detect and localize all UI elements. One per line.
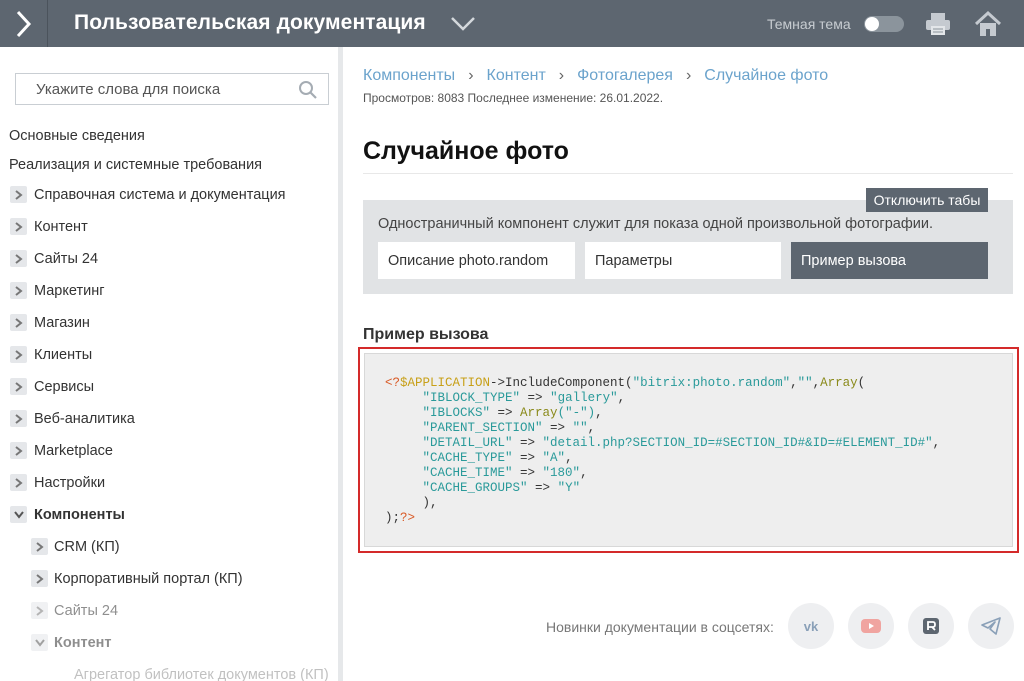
social-label: Новинки документации в соцсетях: xyxy=(546,619,774,635)
sidebar-subsubitem-aggregator[interactable]: Агрегатор библиотек документов (КП) xyxy=(0,659,338,681)
chevron-right-icon[interactable] xyxy=(10,474,27,491)
chevron-right-icon[interactable] xyxy=(10,410,27,427)
sidebar-subitem-portal[interactable]: Корпоративный портал (КП) xyxy=(0,563,338,595)
sidebar-item-label: Компоненты xyxy=(34,507,125,523)
chevron-right-icon[interactable] xyxy=(10,186,27,203)
print-icon[interactable] xyxy=(925,12,951,41)
tab-parameters[interactable]: Параметры xyxy=(585,242,781,279)
chevron-right-icon[interactable] xyxy=(31,570,48,587)
chevron-right-icon[interactable] xyxy=(10,218,27,235)
sidebar-item-sites24[interactable]: Сайты 24 xyxy=(0,243,338,275)
chevron-right-icon[interactable] xyxy=(10,378,27,395)
sidebar-item-marketing[interactable]: Маркетинг xyxy=(0,275,338,307)
sidebar-item-label: CRM (КП) xyxy=(54,539,120,555)
breadcrumb-link-content[interactable]: Контент xyxy=(487,67,546,85)
breadcrumb-link-photogallery[interactable]: Фотогалерея xyxy=(577,67,673,85)
breadcrumb-separator: › xyxy=(558,67,565,84)
sidebar-item-label: Корпоративный портал (КП) xyxy=(54,571,243,587)
theme-toggle[interactable] xyxy=(864,16,904,32)
chevron-right-icon[interactable] xyxy=(10,250,27,267)
disable-tabs-button[interactable]: Отключить табы xyxy=(866,188,988,212)
sidebar-subitem-crm[interactable]: CRM (КП) xyxy=(0,531,338,563)
tab-call-example[interactable]: Пример вызова xyxy=(791,242,988,279)
breadcrumb-link-components[interactable]: Компоненты xyxy=(363,67,455,85)
sidebar-item-label: Клиенты xyxy=(34,347,93,363)
chevron-right-icon[interactable] xyxy=(31,602,48,619)
chevron-right-icon[interactable] xyxy=(10,442,27,459)
sidebar-item-requirements[interactable]: Реализация и системные требования xyxy=(0,150,338,179)
sidebar-item-label: Справочная система и документация xyxy=(34,187,286,203)
breadcrumb: Компоненты › Контент › Фотогалерея › Слу… xyxy=(363,67,828,85)
breadcrumb-link-random-photo[interactable]: Случайное фото xyxy=(704,67,828,85)
chevron-down-icon[interactable] xyxy=(10,506,27,523)
sidebar-item-label: Сайты 24 xyxy=(34,251,99,267)
sidebar: Основные сведения Реализация и системные… xyxy=(0,47,343,681)
component-description: Одностраничный компонент служит для пока… xyxy=(378,216,933,232)
sidebar-item-label: Контент xyxy=(34,219,88,235)
code-block: <?$APPLICATION->IncludeComponent("bitrix… xyxy=(364,353,1013,547)
page-meta: Просмотров: 8083 Последнее изменение: 26… xyxy=(363,91,664,105)
main-content: Компоненты › Контент › Фотогалерея › Слу… xyxy=(348,47,1024,681)
sidebar-item-content[interactable]: Контент xyxy=(0,211,338,243)
divider xyxy=(363,173,1013,174)
sidebar-item-settings[interactable]: Настройки xyxy=(0,467,338,499)
chevron-right-icon[interactable] xyxy=(10,346,27,363)
code-highlight-frame: <?$APPLICATION->IncludeComponent("bitrix… xyxy=(358,347,1019,553)
svg-text:vk: vk xyxy=(804,619,819,633)
breadcrumb-separator: › xyxy=(468,67,474,84)
sidebar-item-services[interactable]: Сервисы xyxy=(0,371,338,403)
sidebar-item-components[interactable]: Компоненты xyxy=(0,499,338,531)
chevron-down-icon[interactable] xyxy=(450,14,476,39)
breadcrumb-separator: › xyxy=(685,67,692,84)
chevron-right-icon[interactable] xyxy=(31,538,48,555)
sidebar-item-label: Основные сведения xyxy=(9,127,145,144)
sidebar-item-label: Marketplace xyxy=(34,443,113,459)
sidebar-toggle-button[interactable] xyxy=(0,0,48,47)
rutube-icon[interactable] xyxy=(908,603,954,649)
search-icon[interactable] xyxy=(298,80,318,105)
sidebar-nav: Основные сведения Реализация и системные… xyxy=(0,121,338,681)
sidebar-item-label: Реализация и системные требования xyxy=(9,156,263,173)
sidebar-item-label: Маркетинг xyxy=(34,283,105,299)
sidebar-item-label: Магазин xyxy=(34,315,90,331)
sidebar-item-label: Сайты 24 xyxy=(54,603,119,619)
sidebar-item-web-analytics[interactable]: Веб-аналитика xyxy=(0,403,338,435)
chevron-right-icon xyxy=(16,10,31,37)
sidebar-item-shop[interactable]: Магазин xyxy=(0,307,338,339)
sidebar-item-help-system[interactable]: Справочная система и документация xyxy=(0,179,338,211)
section-heading: Пример вызова xyxy=(363,326,489,343)
sidebar-item-clients[interactable]: Клиенты xyxy=(0,339,338,371)
site-title[interactable]: Пользовательская документация xyxy=(74,11,426,35)
sidebar-item-label: Сервисы xyxy=(34,379,95,395)
search-box xyxy=(15,73,329,105)
sidebar-item-label: Агрегатор библиотек документов (КП) xyxy=(74,667,329,681)
toggle-knob xyxy=(865,17,879,31)
vk-icon[interactable]: vk xyxy=(788,603,834,649)
chevron-right-icon[interactable] xyxy=(10,314,27,331)
theme-label: Темная тема xyxy=(767,16,851,32)
home-icon[interactable] xyxy=(974,10,1002,43)
top-bar: Пользовательская документация Темная тем… xyxy=(0,0,1024,47)
sidebar-subitem-content[interactable]: Контент xyxy=(0,627,338,659)
page-title: Случайное фото xyxy=(363,137,569,165)
chevron-down-icon[interactable] xyxy=(31,634,48,651)
tab-description[interactable]: Описание photo.random xyxy=(378,242,575,279)
youtube-icon[interactable] xyxy=(848,603,894,649)
sidebar-item-label: Веб-аналитика xyxy=(34,411,135,427)
tab-panel: Одностраничный компонент служит для пока… xyxy=(363,200,1013,294)
sidebar-item-basics[interactable]: Основные сведения xyxy=(0,121,338,150)
chevron-right-icon[interactable] xyxy=(10,282,27,299)
sidebar-subitem-sites24[interactable]: Сайты 24 xyxy=(0,595,338,627)
search-input[interactable] xyxy=(16,74,286,104)
sidebar-item-label: Настройки xyxy=(34,475,106,491)
sidebar-item-marketplace[interactable]: Marketplace xyxy=(0,435,338,467)
sidebar-item-label: Контент xyxy=(54,635,112,651)
telegram-icon[interactable] xyxy=(968,603,1014,649)
